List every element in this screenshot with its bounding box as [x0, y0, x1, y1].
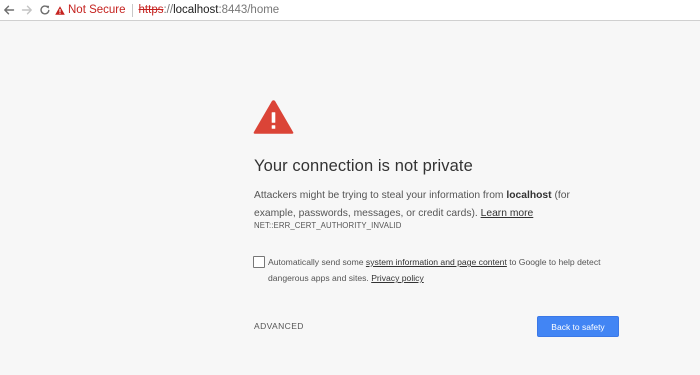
opt-in-part1: Automatically send some — [268, 257, 366, 267]
error-code: NET::ERR_CERT_AUTHORITY_INVALID — [254, 221, 402, 230]
url-scheme: https — [138, 4, 164, 16]
url-text[interactable]: https://localhost:8443/home — [133, 4, 280, 16]
forward-button[interactable] — [19, 2, 35, 18]
security-chip[interactable]: Not Secure — [55, 3, 133, 17]
system-info-link[interactable]: system information and page content — [366, 257, 507, 267]
address-bar[interactable]: Not Secure https://localhost:8443/home — [55, 1, 700, 19]
warning-triangle-icon — [55, 5, 65, 15]
back-to-safety-button[interactable]: Back to safety — [537, 316, 619, 337]
explanation-host: localhost — [506, 190, 552, 201]
learn-more-link[interactable]: Learn more — [481, 208, 534, 219]
security-chip-label: Not Secure — [68, 3, 126, 16]
privacy-policy-link[interactable]: Privacy policy — [371, 273, 424, 283]
warning-triangle-icon — [253, 100, 294, 134]
opt-in-text: Automatically send some system informati… — [268, 254, 618, 286]
url-path: :8443/home — [218, 4, 280, 16]
reload-button[interactable] — [37, 2, 53, 18]
advanced-button[interactable]: ADVANCED — [254, 321, 304, 331]
reload-icon — [40, 5, 50, 15]
url-host: localhost — [173, 4, 219, 16]
explanation-text: Attackers might be trying to steal your … — [254, 187, 604, 223]
arrow-right-icon — [21, 5, 32, 15]
explanation-part1: Attackers might be trying to steal your … — [254, 190, 507, 201]
arrow-left-icon — [4, 5, 15, 15]
url-separator: :// — [163, 4, 174, 16]
send-info-checkbox[interactable] — [253, 256, 265, 268]
page-title: Your connection is not private — [254, 157, 473, 175]
browser-toolbar: Not Secure https://localhost:8443/home — [0, 0, 700, 21]
back-button[interactable] — [1, 2, 17, 18]
